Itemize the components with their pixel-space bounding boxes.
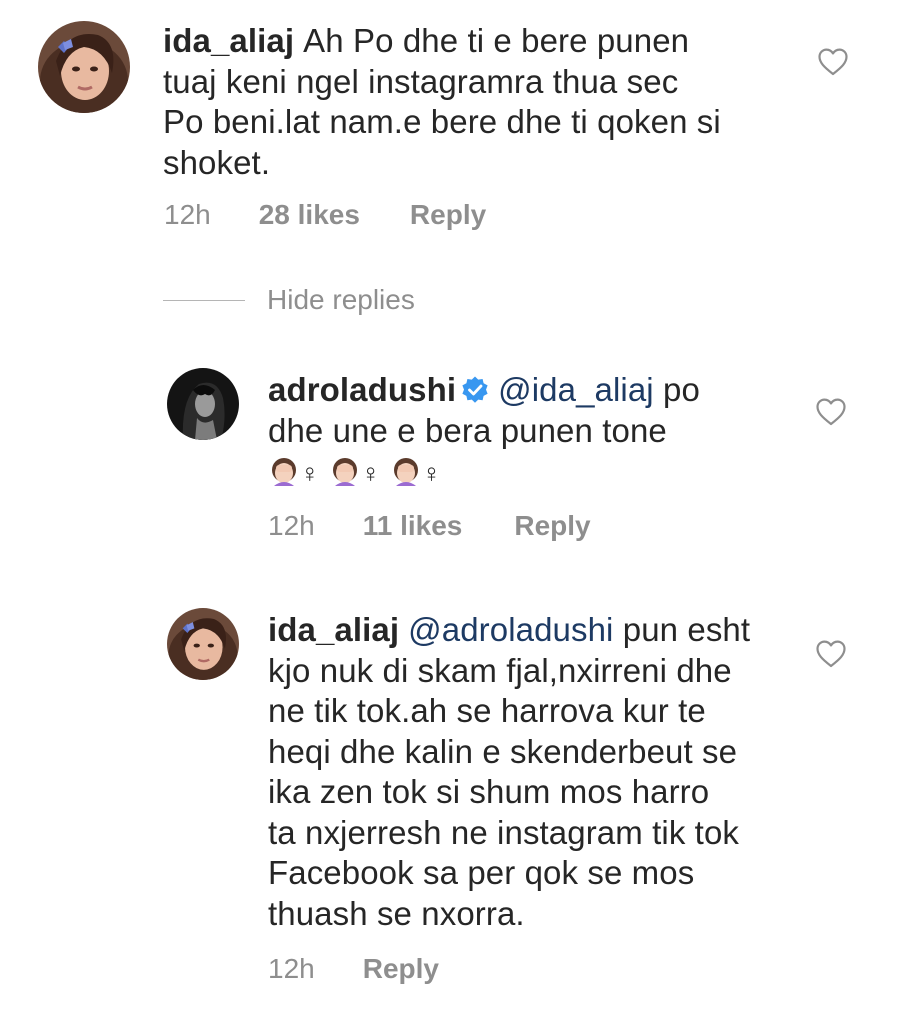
comment-line: heqi dhe kalin e skenderbeut se [268,732,738,770]
comment-meta: 12h 28 likes Reply [164,199,486,231]
comment-meta: 12h Reply [268,953,439,985]
avatar[interactable] [167,608,239,680]
comment-line: shoket. [163,143,271,181]
comment-username[interactable]: ida_aliaj [163,22,294,59]
avatar-ida-aliaj-image [167,608,239,680]
divider [163,299,245,301]
facepalm-emoji-icon [332,458,357,486]
mention-link[interactable]: @ida_aliaj [498,371,654,408]
facepalm-emoji-icon [272,458,296,486]
comment-meta: 12h 11 likes Reply [268,510,591,542]
comment-line: Facebook sa per qok se mos [268,854,695,891]
avatar[interactable] [167,368,239,440]
reply-comment: adroladushi @ida_aliaj po dhe une e bera … [0,340,900,570]
comment-text: ida_aliaj @adroladushi pun esht kjo nuk d… [268,610,808,934]
comment-line: ne tik tok.ah se harrova kur te [268,692,706,729]
avatar[interactable] [38,21,130,113]
heart-outline-icon[interactable] [817,47,849,77]
comment-line: po [653,371,700,408]
reply-comment: ida_aliaj @adroladushi pun esht kjo nuk d… [0,590,900,1010]
avatar-adroladushi-image [167,368,239,440]
comment-likes[interactable]: 28 likes [259,199,360,231]
comment-line: ika zen tok si shum mos harro [268,773,710,810]
comment-line: ta nxjerresh ne instagram tik tok [268,813,740,851]
mention-link[interactable]: @adroladushi [408,611,613,648]
comment-line: kjo nuk di skam fjal,nxirreni dhe [268,651,732,689]
female-sign-glyph: ♀ [421,458,442,488]
avatar-ida-aliaj-image [38,21,130,113]
female-sign-glyph: ♀ [360,458,381,488]
comment-text: ida_aliaj Ah Po dhe ti e bere punen tuaj … [163,21,803,183]
facepalm-emoji-icon [393,458,418,486]
comment-line: dhe une e bera punen tone [268,411,667,449]
comment-line: tuaj keni ngel instagramra thua sec [163,62,679,100]
hide-replies-label: Hide replies [267,284,415,315]
comment-line: Ah Po dhe ti e bere punen [303,22,690,59]
verified-badge-icon [462,376,488,403]
comment-line: Po beni.lat nam.e bere dhe ti qoken si [163,103,721,140]
facepalm-emoji-line: ♀ ♀ ♀ [268,452,441,489]
comment-time: 12h [268,953,315,984]
comment-line: pun esht [613,611,751,648]
comment: ida_aliaj Ah Po dhe ti e bere punen tuaj … [0,0,900,260]
heart-outline-icon[interactable] [815,397,847,427]
reply-button[interactable]: Reply [514,510,590,542]
comment-username[interactable]: ida_aliaj [268,611,399,648]
comment-text: adroladushi @ida_aliaj po dhe une e bera … [268,370,798,494]
comment-likes[interactable]: 11 likes [363,510,463,542]
comment-line: thuash se nxorra. [268,894,525,932]
heart-outline-icon[interactable] [815,639,847,669]
comment-time: 12h [268,510,315,541]
reply-button[interactable]: Reply [410,199,486,231]
female-sign-glyph: ♀ [300,458,320,488]
comment-time: 12h [164,199,211,230]
reply-button[interactable]: Reply [363,953,439,985]
comment-username[interactable]: adroladushi [268,371,456,408]
hide-replies-button[interactable]: Hide replies [163,284,415,316]
